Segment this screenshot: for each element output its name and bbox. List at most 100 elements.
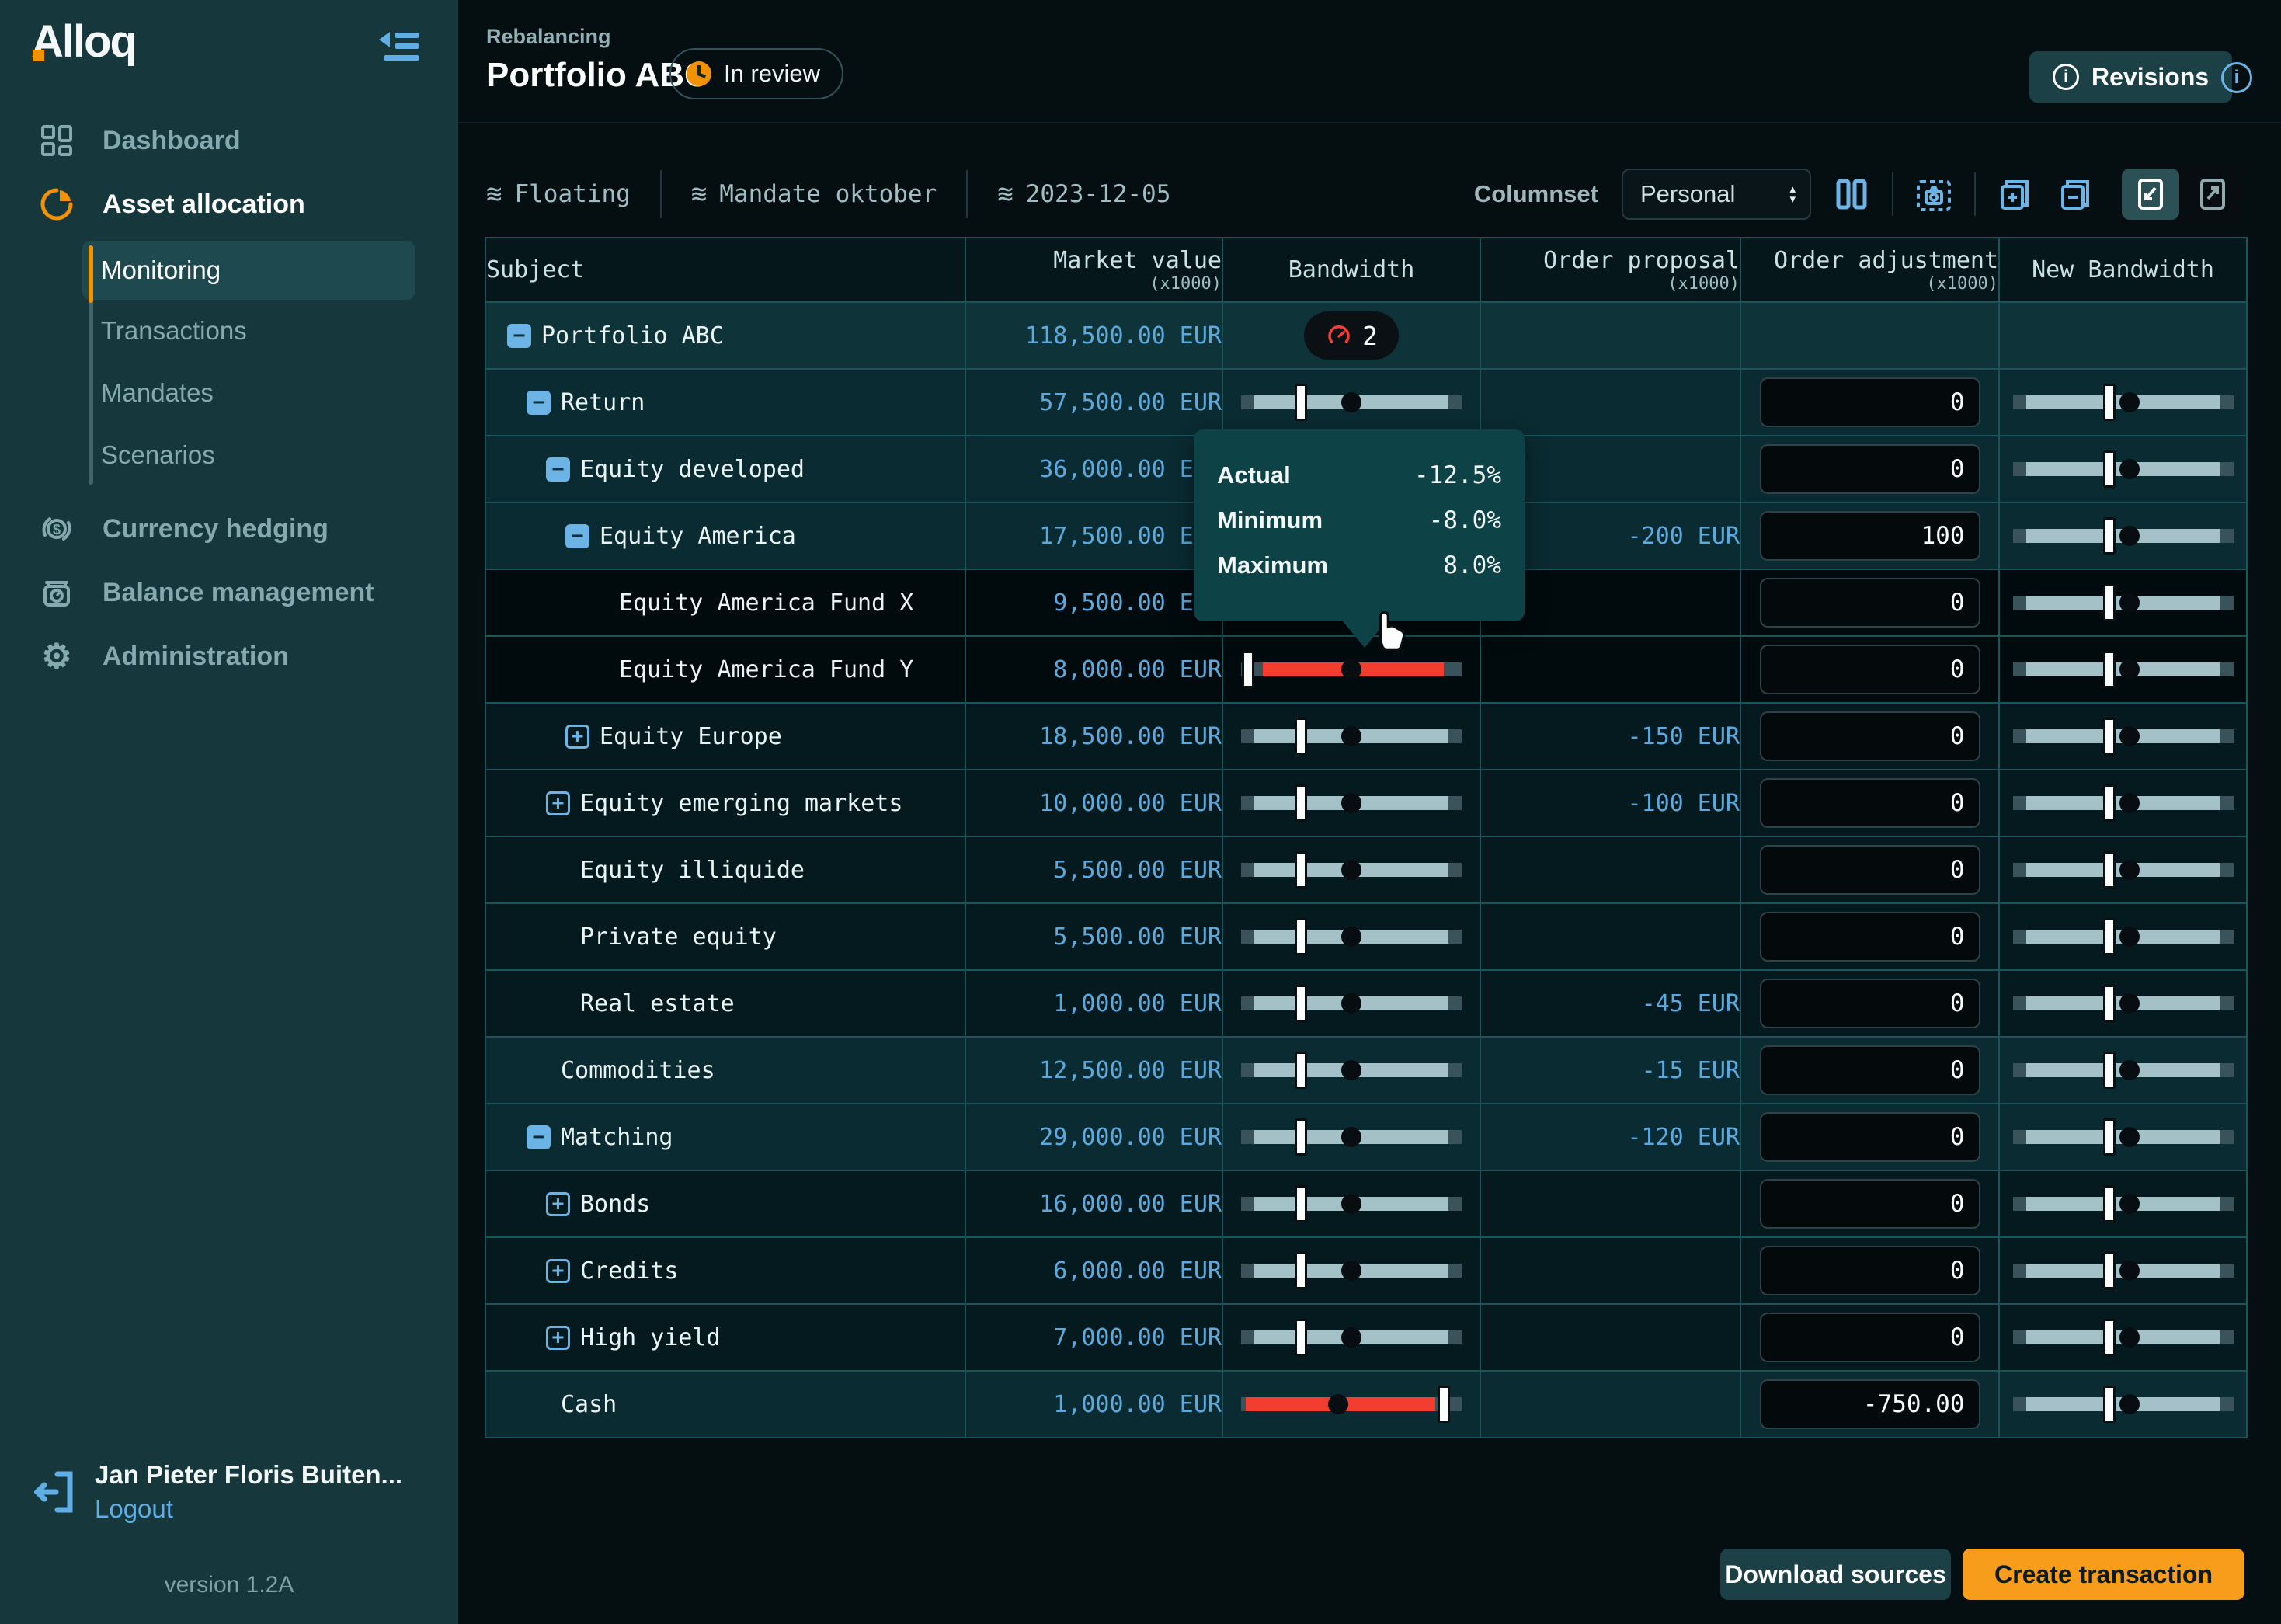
- split-columns-icon[interactable]: [1831, 174, 1872, 214]
- logout-link[interactable]: Logout: [95, 1494, 173, 1524]
- bandwidth-slider[interactable]: [1241, 648, 1462, 691]
- slider-thumb[interactable]: [1295, 851, 1307, 889]
- sidebar-collapse-icon[interactable]: [379, 26, 419, 62]
- bandwidth-slider-new[interactable]: [2013, 447, 2234, 491]
- bandwidth-slider[interactable]: [1241, 915, 1462, 958]
- create-transaction-button[interactable]: Create transaction: [1963, 1549, 2244, 1600]
- bandwidth-slider-new[interactable]: [2013, 715, 2234, 758]
- bandwidth-slider[interactable]: [1241, 1316, 1462, 1359]
- bandwidth-slider-new[interactable]: [2013, 781, 2234, 825]
- bandwidth-slider-new[interactable]: [2013, 848, 2234, 892]
- download-sources-button[interactable]: Download sources: [1720, 1549, 1951, 1600]
- order-adjustment-input[interactable]: [1760, 578, 1980, 628]
- slider-thumb[interactable]: [1295, 985, 1307, 1022]
- filter-chip[interactable]: ≋Mandate oktober: [691, 180, 937, 208]
- expand-row-icon[interactable]: +: [565, 725, 589, 749]
- bandwidth-slider-new[interactable]: [2013, 381, 2234, 424]
- slider-thumb[interactable]: [1438, 1386, 1450, 1423]
- filter-chip[interactable]: ≋Floating: [486, 180, 631, 208]
- bandwidth-slider-new[interactable]: [2013, 1182, 2234, 1226]
- collapse-row-icon[interactable]: −: [546, 457, 570, 482]
- bandwidth-slider-new[interactable]: [2013, 1115, 2234, 1159]
- expand-row-icon[interactable]: +: [546, 1326, 570, 1350]
- slider-thumb[interactable]: [1295, 1319, 1307, 1356]
- bandwidth-slider[interactable]: [1241, 982, 1462, 1025]
- bandwidth-slider-new[interactable]: [2013, 1382, 2234, 1426]
- sidebar-item-mandates[interactable]: Mandates: [0, 362, 458, 424]
- order-adjustment-input[interactable]: [1760, 845, 1980, 895]
- sidebar-item-monitoring[interactable]: Monitoring: [82, 241, 415, 300]
- slider-thumb[interactable]: [2103, 1185, 2116, 1222]
- slider-thumb[interactable]: [2103, 1052, 2116, 1089]
- snapshot-icon[interactable]: [1914, 174, 1954, 214]
- slider-thumb[interactable]: [1295, 384, 1307, 421]
- order-adjustment-input[interactable]: [1760, 778, 1980, 828]
- bandwidth-slider[interactable]: [1241, 781, 1462, 825]
- slider-thumb[interactable]: [2103, 450, 2116, 488]
- bandwidth-slider-new[interactable]: [2013, 1316, 2234, 1359]
- order-adjustment-input[interactable]: [1760, 1112, 1980, 1162]
- expand-all-icon[interactable]: [1996, 174, 2036, 214]
- slider-thumb[interactable]: [2103, 1252, 2116, 1289]
- filter-chip[interactable]: ≋2023-12-05: [997, 180, 1170, 208]
- bandwidth-slider[interactable]: [1241, 1249, 1462, 1292]
- slider-thumb[interactable]: [2103, 584, 2116, 621]
- slider-thumb[interactable]: [2103, 851, 2116, 889]
- order-adjustment-input[interactable]: [1760, 711, 1980, 761]
- slider-thumb[interactable]: [1295, 1118, 1307, 1156]
- expand-row-icon[interactable]: +: [546, 1192, 570, 1216]
- order-adjustment-input[interactable]: [1760, 912, 1980, 962]
- slider-thumb[interactable]: [1295, 718, 1307, 755]
- slider-thumb[interactable]: [2103, 784, 2116, 822]
- bandwidth-slider-new[interactable]: [2013, 648, 2234, 691]
- collapse-all-icon[interactable]: [2057, 174, 2097, 214]
- slider-thumb[interactable]: [2103, 985, 2116, 1022]
- order-adjustment-input[interactable]: [1760, 377, 1980, 427]
- collapse-row-icon[interactable]: −: [527, 391, 551, 415]
- bandwidth-slider[interactable]: [1241, 1382, 1462, 1426]
- order-adjustment-input[interactable]: [1760, 979, 1980, 1028]
- slider-thumb[interactable]: [2103, 517, 2116, 555]
- expand-row-icon[interactable]: +: [546, 791, 570, 815]
- order-adjustment-input[interactable]: [1760, 1379, 1980, 1429]
- sidebar-item-dashboard[interactable]: Dashboard: [0, 109, 458, 172]
- slider-thumb[interactable]: [2103, 1319, 2116, 1356]
- sidebar-item-transactions[interactable]: Transactions: [0, 300, 458, 362]
- bandwidth-slider[interactable]: [1241, 848, 1462, 892]
- compact-view-button[interactable]: [2122, 169, 2179, 220]
- bandwidth-slider[interactable]: [1241, 1115, 1462, 1159]
- collapse-row-icon[interactable]: −: [507, 324, 531, 348]
- order-adjustment-input[interactable]: [1760, 1313, 1980, 1362]
- order-adjustment-input[interactable]: [1760, 444, 1980, 494]
- bandwidth-slider-new[interactable]: [2013, 1048, 2234, 1092]
- expand-view-button[interactable]: [2184, 169, 2241, 220]
- collapse-row-icon[interactable]: −: [527, 1125, 551, 1149]
- order-adjustment-input[interactable]: [1760, 1179, 1980, 1229]
- bandwidth-slider[interactable]: [1241, 715, 1462, 758]
- slider-thumb[interactable]: [1295, 1252, 1307, 1289]
- order-adjustment-input[interactable]: [1760, 1045, 1980, 1095]
- collapse-row-icon[interactable]: −: [565, 524, 589, 548]
- slider-thumb[interactable]: [2103, 918, 2116, 955]
- bandwidth-slider-new[interactable]: [2013, 581, 2234, 624]
- sidebar-item-administration[interactable]: ⚙ Administration: [0, 624, 458, 688]
- bandwidth-slider-new[interactable]: [2013, 915, 2234, 958]
- page-info-icon[interactable]: i: [2221, 62, 2252, 93]
- slider-thumb[interactable]: [2103, 718, 2116, 755]
- bandwidth-slider-new[interactable]: [2013, 514, 2234, 558]
- slider-thumb[interactable]: [2103, 1118, 2116, 1156]
- columnset-select[interactable]: Personal ▴▾: [1622, 169, 1811, 220]
- expand-row-icon[interactable]: +: [546, 1259, 570, 1283]
- bandwidth-slider[interactable]: [1241, 381, 1462, 424]
- slider-thumb[interactable]: [1242, 651, 1254, 688]
- bandwidth-slider[interactable]: [1241, 1182, 1462, 1226]
- slider-thumb[interactable]: [2103, 1386, 2116, 1423]
- order-adjustment-input[interactable]: [1760, 645, 1980, 694]
- sidebar-item-asset-allocation[interactable]: Asset allocation: [0, 172, 458, 236]
- slider-thumb[interactable]: [1295, 1052, 1307, 1089]
- slider-thumb[interactable]: [2103, 384, 2116, 421]
- sidebar-item-balance-management[interactable]: Balance management: [0, 561, 458, 624]
- slider-thumb[interactable]: [1295, 918, 1307, 955]
- bandwidth-slider[interactable]: [1241, 1048, 1462, 1092]
- slider-thumb[interactable]: [1295, 1185, 1307, 1222]
